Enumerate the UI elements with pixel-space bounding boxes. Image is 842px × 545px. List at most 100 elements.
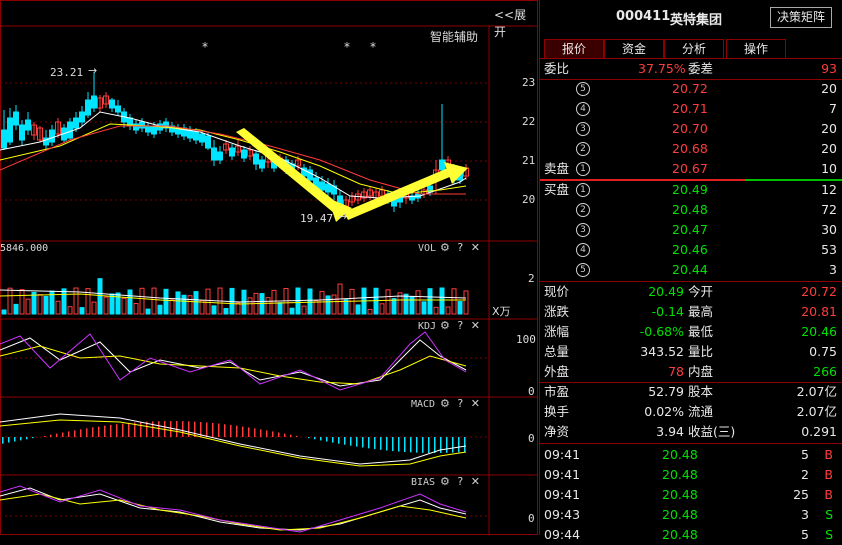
tab-funds[interactable]: 资金 (604, 39, 664, 58)
bid-price: 20.47 (672, 220, 708, 240)
ask-row[interactable]: 2 20.68 20 (540, 139, 842, 159)
help-icon[interactable]: ? (457, 241, 463, 254)
volume-bar (116, 293, 120, 314)
expand-button[interactable]: <<展开 (494, 6, 538, 40)
macd-bar (80, 429, 82, 437)
event-marker-2[interactable]: * (344, 40, 350, 54)
tick-row[interactable]: 09:43 20.48 3 S (540, 505, 842, 525)
ask-row[interactable]: 卖盘 1 20.67 10 (540, 159, 842, 179)
bias-line-3 (0, 486, 466, 532)
tick-price: 20.48 (662, 445, 698, 465)
macd-bar (20, 437, 22, 440)
candle-body (8, 118, 13, 142)
stat-label: 涨跌 (544, 302, 569, 322)
gear-icon[interactable]: ⚙ (440, 397, 450, 410)
close-icon[interactable]: ✕ (471, 475, 480, 488)
bid-row[interactable]: 3 20.47 30 (540, 220, 842, 240)
bid-row[interactable]: 2 20.48 72 (540, 200, 842, 220)
ask-price: 20.68 (672, 139, 708, 159)
decision-matrix-button[interactable]: 决策矩阵 (770, 7, 832, 28)
macd-bar (158, 421, 160, 437)
volume-bar (410, 297, 414, 314)
macd-bar (446, 437, 448, 453)
macd-bar (362, 437, 364, 447)
bid-price: 20.49 (672, 180, 708, 200)
gear-icon[interactable]: ⚙ (440, 241, 450, 254)
tick-price: 20.48 (662, 465, 698, 485)
close-icon[interactable]: ✕ (471, 319, 480, 332)
stock-header: 000411 英特集团 决策矩阵 (540, 0, 842, 36)
tick-time: 09:41 (544, 445, 580, 465)
tab-quote[interactable]: 报价 (544, 39, 604, 58)
order-ratio-value: 37.75% (638, 59, 686, 79)
ask-level: 3 (576, 122, 590, 136)
volume-bar (278, 303, 282, 314)
kdj-indicator-label: KDJ (418, 321, 436, 332)
close-icon[interactable]: ✕ (471, 241, 480, 254)
macd-bar (368, 437, 370, 448)
bias-axis-label: 0 (528, 512, 535, 525)
fund-label: 流通 (688, 402, 713, 422)
ask-row[interactable]: 3 20.70 20 (540, 119, 842, 139)
macd-bar (68, 431, 70, 437)
gear-icon[interactable]: ⚙ (440, 319, 450, 332)
help-icon[interactable]: ? (457, 319, 463, 332)
bid-price: 20.44 (672, 260, 708, 280)
tick-time: 09:44 (544, 525, 580, 545)
stat-row: 现价 20.49 今开 20.72 (540, 282, 842, 302)
bid-price: 20.48 (672, 200, 708, 220)
candle-body (152, 126, 157, 134)
volume-bar (20, 290, 24, 314)
tick-side: S (825, 505, 833, 525)
gear-icon[interactable]: ⚙ (440, 475, 450, 488)
bid-row[interactable]: 4 20.46 53 (540, 240, 842, 260)
fund-label: 净资 (544, 422, 569, 442)
tick-volume: 3 (801, 505, 809, 525)
kline-chart-svg[interactable] (0, 0, 538, 535)
help-icon[interactable]: ? (457, 397, 463, 410)
close-icon[interactable]: ✕ (471, 397, 480, 410)
macd-bar (182, 421, 184, 437)
tab-operation[interactable]: 操作 (726, 39, 786, 58)
help-icon[interactable]: ? (457, 475, 463, 488)
stat-label: 涨幅 (544, 322, 569, 342)
bid-row[interactable]: 5 20.44 3 (540, 260, 842, 280)
volume-bar (92, 302, 96, 314)
tick-side: S (825, 525, 833, 545)
tick-volume: 5 (801, 525, 809, 545)
bid-row[interactable]: 买盘 1 20.49 12 (540, 180, 842, 200)
low-arrow-icon: → (338, 210, 347, 223)
volume-bar (80, 308, 84, 314)
volume-bar (68, 307, 72, 314)
macd-bar (50, 435, 52, 437)
divider (540, 443, 842, 444)
tab-analysis[interactable]: 分析 (664, 39, 724, 58)
bid-volume: 3 (829, 260, 837, 280)
ask-row[interactable]: 4 20.71 7 (540, 99, 842, 119)
volume-bar (290, 308, 294, 314)
volume-bar (56, 301, 60, 314)
fund-label: 股本 (688, 382, 713, 402)
event-marker-3[interactable]: * (370, 40, 376, 54)
stat-row: 涨跌 -0.14 最高 20.81 (540, 302, 842, 322)
kdj-tools: ⚙ ? ✕ (440, 319, 480, 332)
volume-bar (308, 289, 312, 314)
smart-assist-button[interactable]: 智能辅助 (430, 28, 478, 45)
fund-value: 3.94 (656, 422, 684, 442)
volume-bar (2, 310, 6, 314)
volume-bar (392, 299, 396, 314)
ask-row[interactable]: 5 20.72 20 (540, 79, 842, 99)
macd-bar (194, 422, 196, 437)
tick-row[interactable]: 09:44 20.48 5 S (540, 525, 842, 545)
tick-row[interactable]: 09:41 20.48 25 B (540, 485, 842, 505)
kline-chart-area[interactable]: <<展开 智能辅助 * * * 23.21 → 19.47 → 23 22 21… (0, 0, 538, 535)
event-marker-1[interactable]: * (202, 40, 208, 54)
macd-bar (140, 422, 142, 437)
volume-bar (62, 289, 66, 314)
volume-bar (452, 289, 456, 314)
vol-unit-label: X万 (492, 303, 511, 319)
tick-row[interactable]: 09:41 20.48 2 B (540, 465, 842, 485)
candle-body (218, 152, 223, 160)
tick-row[interactable]: 09:41 20.48 5 B (540, 445, 842, 465)
macd-bar (206, 422, 208, 437)
